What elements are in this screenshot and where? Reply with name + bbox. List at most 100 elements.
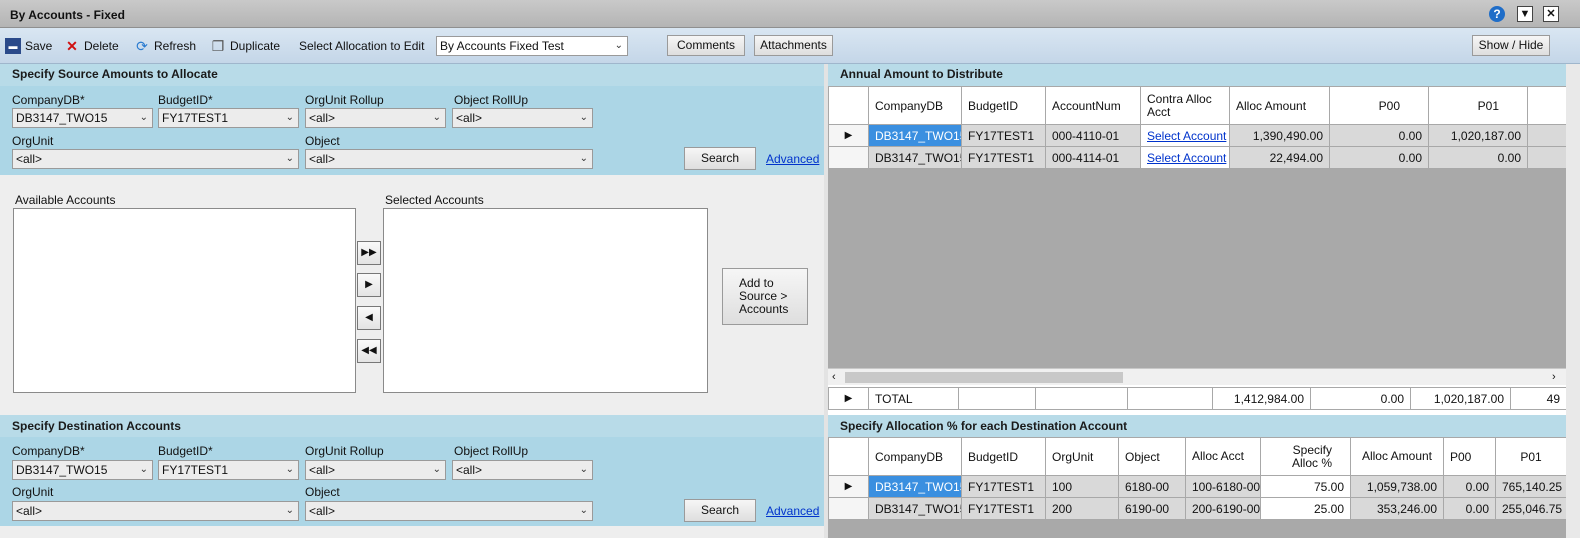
col-header[interactable]: BudgetID	[961, 86, 1046, 125]
select-account-link[interactable]: Select Account	[1147, 129, 1226, 143]
col-header[interactable]: Object	[1118, 437, 1186, 476]
col-header[interactable]: P00	[1443, 437, 1496, 476]
cell-orgunit[interactable]: 100	[1045, 475, 1119, 498]
col-header[interactable]: P01	[1428, 86, 1528, 125]
source-section-title: Specify Source Amounts to Allocate	[0, 64, 824, 86]
cell-companydb[interactable]: DB3147_TWO15	[868, 475, 962, 498]
cell-budgetid[interactable]: FY17TEST1	[961, 497, 1046, 520]
table-row[interactable]: ▶ DB3147_TWO15 FY17TEST1 000-4110-01 Sel…	[828, 124, 1567, 147]
dest-orgunit-rollup-select[interactable]: <all> ⌄	[305, 460, 446, 480]
cell-alloc-acct[interactable]: 100-6180-00	[1185, 475, 1261, 498]
cell-p01[interactable]: 1,020,187.00	[1428, 124, 1528, 147]
cell-contra[interactable]: Select Account	[1140, 124, 1230, 147]
col-header[interactable]: Contra Alloc Acct	[1140, 86, 1230, 125]
source-object-rollup-select[interactable]: <all> ⌄	[452, 108, 593, 128]
col-header[interactable]: OrgUnit	[1045, 437, 1119, 476]
close-icon[interactable]: ✕	[1543, 6, 1559, 22]
table-row[interactable]: DB3147_TWO15 FY17TEST1 200 6190-00 200-6…	[828, 497, 1567, 520]
scroll-left-icon[interactable]: ‹	[832, 371, 836, 383]
select-account-link[interactable]: Select Account	[1147, 151, 1226, 165]
toolbar: ▬ Save ✕ Delete ⟳ Refresh ❐ Duplicate Se…	[0, 28, 1580, 64]
col-header[interactable]: Specify Alloc %	[1260, 437, 1351, 476]
cell-alloc-amount[interactable]: 1,390,490.00	[1229, 124, 1330, 147]
dest-advanced-link[interactable]: Advanced	[766, 504, 819, 518]
chevron-down-icon: ⌄	[139, 112, 148, 123]
cell-alloc-amount[interactable]: 22,494.00	[1229, 146, 1330, 169]
save-button[interactable]: ▬ Save	[5, 38, 52, 54]
comments-button[interactable]: Comments	[667, 35, 745, 56]
col-header[interactable]: AccountNum	[1045, 86, 1141, 125]
cell-contra[interactable]: Select Account	[1140, 146, 1230, 169]
allocation-section-title: Specify Allocation % for each Destinatio…	[828, 415, 1566, 437]
dest-object-rollup-select[interactable]: <all> ⌄	[452, 460, 593, 480]
cell-orgunit[interactable]: 200	[1045, 497, 1119, 520]
cell-p00[interactable]: 0.00	[1329, 146, 1429, 169]
cell-p00[interactable]: 0.00	[1329, 124, 1429, 147]
col-header[interactable]: BudgetID	[961, 437, 1046, 476]
dropdown-icon[interactable]: ▼	[1517, 6, 1533, 22]
move-right-icon[interactable]: ▶	[357, 273, 381, 297]
cell-object[interactable]: 6180-00	[1118, 475, 1186, 498]
horizontal-scrollbar[interactable]: ‹ ›	[828, 368, 1566, 385]
duplicate-button[interactable]: ❐ Duplicate	[210, 38, 280, 54]
dest-orgunit-select[interactable]: <all> ⌄	[12, 501, 299, 521]
source-budget-select[interactable]: FY17TEST1 ⌄	[158, 108, 299, 128]
cell-accountnum[interactable]: 000-4110-01	[1045, 124, 1141, 147]
chevron-down-icon: ⌄	[579, 112, 588, 123]
cell-p01[interactable]: 0.00	[1428, 146, 1528, 169]
cell-companydb[interactable]: DB3147_TWO15	[868, 124, 962, 147]
show-hide-button[interactable]: Show / Hide	[1472, 35, 1550, 56]
cell-budgetid[interactable]: FY17TEST1	[961, 146, 1046, 169]
delete-button[interactable]: ✕ Delete	[64, 38, 119, 54]
dest-object-select[interactable]: <all> ⌄	[305, 501, 593, 521]
scrollbar-thumb[interactable]	[845, 372, 1123, 383]
alloc-percent-input[interactable]: 75.00	[1260, 475, 1351, 498]
cell-alloc-amount[interactable]: 1,059,738.00	[1350, 475, 1444, 498]
cell-alloc-acct[interactable]: 200-6190-00	[1185, 497, 1261, 520]
cell-budgetid[interactable]: FY17TEST1	[961, 475, 1046, 498]
col-header[interactable]: CompanyDB	[868, 437, 962, 476]
cell-budgetid[interactable]: FY17TEST1	[961, 124, 1046, 147]
source-search-button[interactable]: Search	[684, 147, 756, 170]
source-object-select[interactable]: <all> ⌄	[305, 149, 593, 169]
col-header[interactable]: Alloc Acct	[1185, 437, 1261, 476]
cell-accountnum[interactable]: 000-4114-01	[1045, 146, 1141, 169]
cell-p01[interactable]: 765,140.25	[1495, 475, 1567, 498]
cell-object[interactable]: 6190-00	[1118, 497, 1186, 520]
selected-accounts-list[interactable]	[383, 208, 708, 393]
source-company-select[interactable]: DB3147_TWO15 ⌄	[12, 108, 153, 128]
col-header[interactable]: P01	[1495, 437, 1567, 476]
move-all-right-icon[interactable]: ▶▶	[357, 241, 381, 265]
cell-alloc-amount[interactable]: 353,246.00	[1350, 497, 1444, 520]
source-orgunit-rollup-select[interactable]: <all> ⌄	[305, 108, 446, 128]
cell-p00[interactable]: 0.00	[1443, 497, 1496, 520]
allocation-select[interactable]: By Accounts Fixed Test ⌄	[436, 36, 628, 56]
annual-grid: CompanyDB BudgetID AccountNum Contra All…	[828, 86, 1567, 169]
source-orgunit-select[interactable]: <all> ⌄	[12, 149, 299, 169]
source-advanced-link[interactable]: Advanced	[766, 152, 819, 166]
cell-p01[interactable]: 255,046.75	[1495, 497, 1567, 520]
cell-companydb[interactable]: DB3147_TWO15	[868, 146, 962, 169]
available-accounts-list[interactable]	[13, 208, 356, 393]
col-header[interactable]: Alloc Amount	[1350, 437, 1444, 476]
alloc-percent-input[interactable]: 25.00	[1260, 497, 1351, 520]
dest-search-button[interactable]: Search	[684, 499, 756, 522]
cell-companydb[interactable]: DB3147_TWO15	[868, 497, 962, 520]
dest-company-select[interactable]: DB3147_TWO15 ⌄	[12, 460, 153, 480]
attachments-button[interactable]: Attachments	[754, 35, 833, 56]
col-header[interactable]: Alloc Amount	[1229, 86, 1330, 125]
row-indicator-icon: ▶	[828, 475, 869, 498]
cell-p00[interactable]: 0.00	[1443, 475, 1496, 498]
col-header[interactable]: CompanyDB	[868, 86, 962, 125]
add-to-source-button[interactable]: Add to Source > Accounts	[722, 268, 808, 325]
table-row[interactable]: DB3147_TWO15 FY17TEST1 000-4114-01 Selec…	[828, 146, 1567, 169]
refresh-button[interactable]: ⟳ Refresh	[134, 38, 196, 54]
col-header[interactable]: P00	[1329, 86, 1429, 125]
help-icon[interactable]: ?	[1489, 6, 1505, 22]
allocation-grid: CompanyDB BudgetID OrgUnit Object Alloc …	[828, 437, 1567, 520]
dest-budget-select[interactable]: FY17TEST1 ⌄	[158, 460, 299, 480]
table-row[interactable]: ▶ DB3147_TWO15 FY17TEST1 100 6180-00 100…	[828, 475, 1567, 498]
move-all-left-icon[interactable]: ◀◀	[357, 339, 381, 363]
move-left-icon[interactable]: ◀	[357, 306, 381, 330]
scroll-right-icon[interactable]: ›	[1552, 371, 1556, 383]
